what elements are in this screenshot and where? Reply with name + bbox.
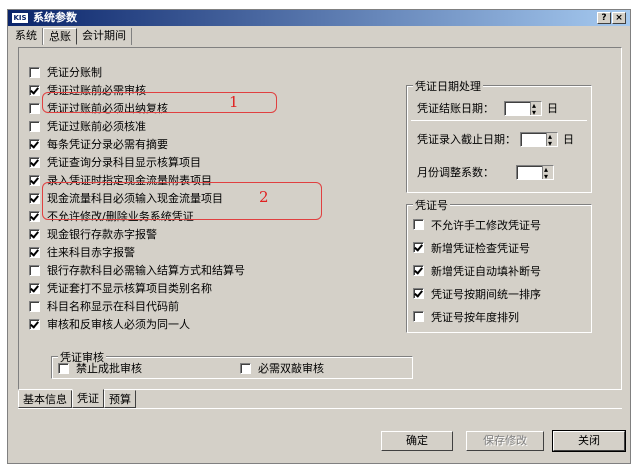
voucher-date-group: 凭证日期处理 凭证结账日期： 0 日 凭证录入截止日期： 0 日 月份调整系数：… xyxy=(406,78,592,193)
option-row[interactable]: 凭证号按年度排列 xyxy=(413,305,541,328)
month-adjust-row: 月份调整系数： 0 xyxy=(417,163,554,183)
close-button[interactable]: 关闭 xyxy=(552,430,626,452)
option-row[interactable]: 凭证查询分录科目显示核算项目 xyxy=(29,153,399,171)
tab-voucher[interactable]: 凭证 xyxy=(72,389,104,408)
kis-app-icon: KIS xyxy=(11,12,29,24)
voucher-number-group-title: 凭证号 xyxy=(413,197,450,213)
tab-budget[interactable]: 预算 xyxy=(104,390,136,408)
option-label: 审核和反审核人必须为同一人 xyxy=(47,318,190,331)
option-row[interactable]: 凭证套打不显示核算项目类别名称 xyxy=(29,279,399,297)
save-changes-button[interactable]: 保存修改 xyxy=(466,431,544,451)
entry-deadline-label: 凭证录入截止日期： xyxy=(417,133,516,146)
help-button[interactable]: ? xyxy=(597,12,611,24)
closing-day-row: 凭证结账日期： 0 日 xyxy=(417,99,558,119)
month-adjust-input[interactable]: 0 xyxy=(516,163,554,183)
checkbox[interactable] xyxy=(58,362,69,374)
title-bar: KIS 系统参数 ? × xyxy=(8,10,630,26)
option-row[interactable]: 凭证号按期间统一排序 xyxy=(413,282,541,305)
voucher-number-group: 凭证号 不允许手工修改凭证号 新增凭证检查凭证号 新增凭证自动填补断号 凭证号按期间统… xyxy=(406,197,592,333)
checkbox[interactable] xyxy=(29,66,40,78)
checkbox[interactable] xyxy=(413,265,424,276)
option-label: 新增凭证检查凭证号 xyxy=(431,241,530,255)
option-label: 不允许手工修改凭证号 xyxy=(431,218,541,232)
option-row[interactable]: 审核和反审核人必须为同一人 xyxy=(29,315,399,333)
tab-system[interactable]: 系统 xyxy=(10,28,43,45)
annotation-number-1: 1 xyxy=(229,93,239,111)
bottom-tab-strip: 基本信息 凭证 预算 xyxy=(18,389,136,408)
window-title: 系统参数 xyxy=(33,11,77,24)
checkbox[interactable] xyxy=(29,282,40,294)
checkbox[interactable] xyxy=(29,192,40,204)
option-row[interactable]: 新增凭证检查凭证号 xyxy=(413,236,541,259)
option-label: 科目名称显示在科目代码前 xyxy=(47,300,179,313)
tab-general-ledger[interactable]: 总账 xyxy=(43,28,77,45)
option-row[interactable]: 新增凭证自动填补断号 xyxy=(413,259,541,282)
checkbox[interactable] xyxy=(29,246,40,258)
option-row[interactable]: 科目名称显示在科目代码前 xyxy=(29,297,399,315)
checkbox[interactable] xyxy=(29,228,40,240)
option-label: 凭证套打不显示核算项目类别名称 xyxy=(47,282,212,295)
checkbox[interactable] xyxy=(240,362,251,374)
checkbox[interactable] xyxy=(29,102,40,114)
ok-button[interactable]: 确定 xyxy=(381,431,453,451)
checkbox[interactable] xyxy=(29,174,40,186)
voucher-audit-group: 凭证审核 禁止成批审核 必需双敲审核 xyxy=(51,349,413,379)
tab-basic-info[interactable]: 基本信息 xyxy=(18,390,72,408)
option-row[interactable]: 银行存款科目必需输入结算方式和结算号 xyxy=(29,261,399,279)
option-row[interactable]: 往来科目赤字报警 xyxy=(29,243,399,261)
option-row[interactable]: 现金银行存款赤字报警 xyxy=(29,225,399,243)
top-tab-strip: 系统 总账 会计期间 xyxy=(10,28,132,46)
option-label: 新增凭证自动填补断号 xyxy=(431,264,541,278)
option-label: 往来科目赤字报警 xyxy=(47,246,135,259)
entry-deadline-input[interactable]: 0 xyxy=(520,130,558,150)
system-params-window: KIS 系统参数 ? × 系统 总账 会计期间 凭证分账制 凭证过账前必需审核 凭证… xyxy=(7,9,631,464)
checkbox[interactable] xyxy=(29,120,40,132)
checkbox[interactable] xyxy=(413,288,424,299)
entry-deadline-spinner[interactable] xyxy=(546,130,557,150)
checkbox[interactable] xyxy=(29,84,40,96)
option-label: 凭证过账前必须核准 xyxy=(47,120,146,133)
month-adjust-spinner[interactable] xyxy=(542,163,553,183)
annotation-number-2: 2 xyxy=(259,188,269,206)
option-label: 凭证号按年度排列 xyxy=(431,310,519,324)
closing-day-label: 凭证结账日期： xyxy=(417,102,494,115)
checkbox[interactable] xyxy=(413,219,424,230)
option-row[interactable]: 凭证分账制 xyxy=(29,63,399,81)
checkbox[interactable] xyxy=(29,264,40,276)
closing-day-unit: 日 xyxy=(547,102,558,115)
month-adjust-label: 月份调整系数： xyxy=(417,166,494,179)
close-window-button[interactable]: × xyxy=(612,12,626,24)
bottom-divider xyxy=(18,408,622,409)
entry-deadline-row: 凭证录入截止日期： 0 日 xyxy=(417,130,574,150)
option-label: 凭证查询分录科目显示核算项目 xyxy=(47,156,201,169)
option-label: 银行存款科目必需输入结算方式和结算号 xyxy=(47,264,245,277)
option-batch-audit-forbidden[interactable]: 禁止成批审核 xyxy=(58,361,142,375)
divider xyxy=(411,120,587,121)
voucher-date-group-title: 凭证日期处理 xyxy=(413,78,483,94)
settings-panel: 凭证分账制 凭证过账前必需审核 凭证过账前必须出纳复核 凭证过账前必须核准 每条凭证分录… xyxy=(18,47,622,390)
checkbox[interactable] xyxy=(413,311,424,322)
entry-deadline-unit: 日 xyxy=(563,133,574,146)
tab-accounting-period[interactable]: 会计期间 xyxy=(77,28,132,45)
checkbox[interactable] xyxy=(413,242,424,253)
option-row[interactable]: 每条凭证分录必需有摘要 xyxy=(29,135,399,153)
checkbox[interactable] xyxy=(29,156,40,168)
checkbox[interactable] xyxy=(29,210,40,222)
checkbox[interactable] xyxy=(29,138,40,150)
option-label: 每条凭证分录必需有摘要 xyxy=(47,138,168,151)
option-double-audit-required[interactable]: 必需双敲审核 xyxy=(240,361,324,375)
highlight-box-1 xyxy=(42,92,277,113)
option-label: 现金银行存款赤字报警 xyxy=(47,228,157,241)
checkbox[interactable] xyxy=(29,300,40,312)
checkbox[interactable] xyxy=(29,318,40,330)
closing-day-input[interactable]: 0 xyxy=(504,99,542,119)
option-label: 凭证分账制 xyxy=(47,66,102,79)
option-row[interactable]: 不允许手工修改凭证号 xyxy=(413,213,541,236)
highlight-box-2 xyxy=(42,182,322,220)
option-label: 凭证号按期间统一排序 xyxy=(431,287,541,301)
closing-day-spinner[interactable] xyxy=(530,99,541,119)
option-row[interactable]: 凭证过账前必须核准 xyxy=(29,117,399,135)
